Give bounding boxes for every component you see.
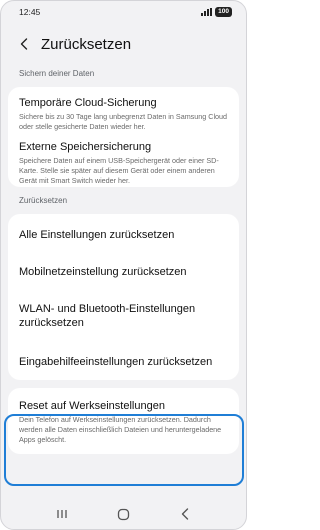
item-title: Reset auf Werkseinstellungen (19, 400, 165, 412)
backup-card: Temporäre Cloud-Sicherung Sichere bis zu… (8, 87, 239, 187)
page-title: Zurücksetzen (41, 35, 132, 53)
temp-cloud-backup-item[interactable]: Temporäre Cloud-Sicherung Sichere bis zu… (8, 87, 239, 131)
header: Zurücksetzen (1, 23, 246, 65)
back-icon[interactable] (175, 506, 195, 522)
item-title: Temporäre Cloud-Sicherung (19, 97, 157, 109)
item-title: WLAN- und Bluetooth-Einstellungen zurück… (19, 302, 196, 329)
external-storage-backup-item[interactable]: Externe Speichersicherung Speichere Date… (8, 131, 239, 187)
status-bar: 12:45 100 (1, 1, 246, 23)
item-subtitle: Sichere bis zu 30 Tage lang unbegrenzt D… (19, 112, 228, 131)
section-label-reset: Zurücksetzen (19, 196, 68, 205)
recent-apps-icon[interactable] (52, 506, 72, 522)
signal-icon (201, 8, 213, 16)
back-arrow-icon[interactable] (17, 37, 31, 51)
item-title: Mobilnetzeinstellung zurücksetzen (19, 265, 187, 278)
status-icons: 100 (201, 7, 232, 17)
reset-all-settings-item[interactable]: Alle Einstellungen zurücksetzen (8, 214, 239, 254)
item-title: Alle Einstellungen zurücksetzen (19, 228, 175, 241)
home-icon[interactable] (113, 506, 133, 522)
navigation-bar (1, 499, 246, 529)
reset-mobile-network-item[interactable]: Mobilnetzeinstellung zurücksetzen (8, 254, 239, 288)
item-title: Externe Speichersicherung (19, 141, 152, 153)
section-label-backup: Sichern deiner Daten (19, 69, 95, 78)
item-subtitle: Speichere Daten auf einem USB-Speicherge… (19, 156, 219, 185)
phone-screen: 12:45 100 Zurücksetzen Sichern deiner Da… (0, 0, 247, 530)
reset-wlan-bluetooth-item[interactable]: WLAN- und Bluetooth-Einstellungen zurück… (8, 288, 239, 342)
item-title: Eingabehilfeeinstellungen zurücksetzen (19, 355, 213, 368)
selection-highlight (4, 414, 244, 486)
status-time: 12:45 (19, 7, 41, 17)
battery-icon: 100 (215, 7, 232, 17)
reset-accessibility-item[interactable]: Eingabehilfeeinstellungen zurücksetzen (8, 342, 239, 380)
reset-card: Alle Einstellungen zurücksetzen Mobilnet… (8, 214, 239, 380)
